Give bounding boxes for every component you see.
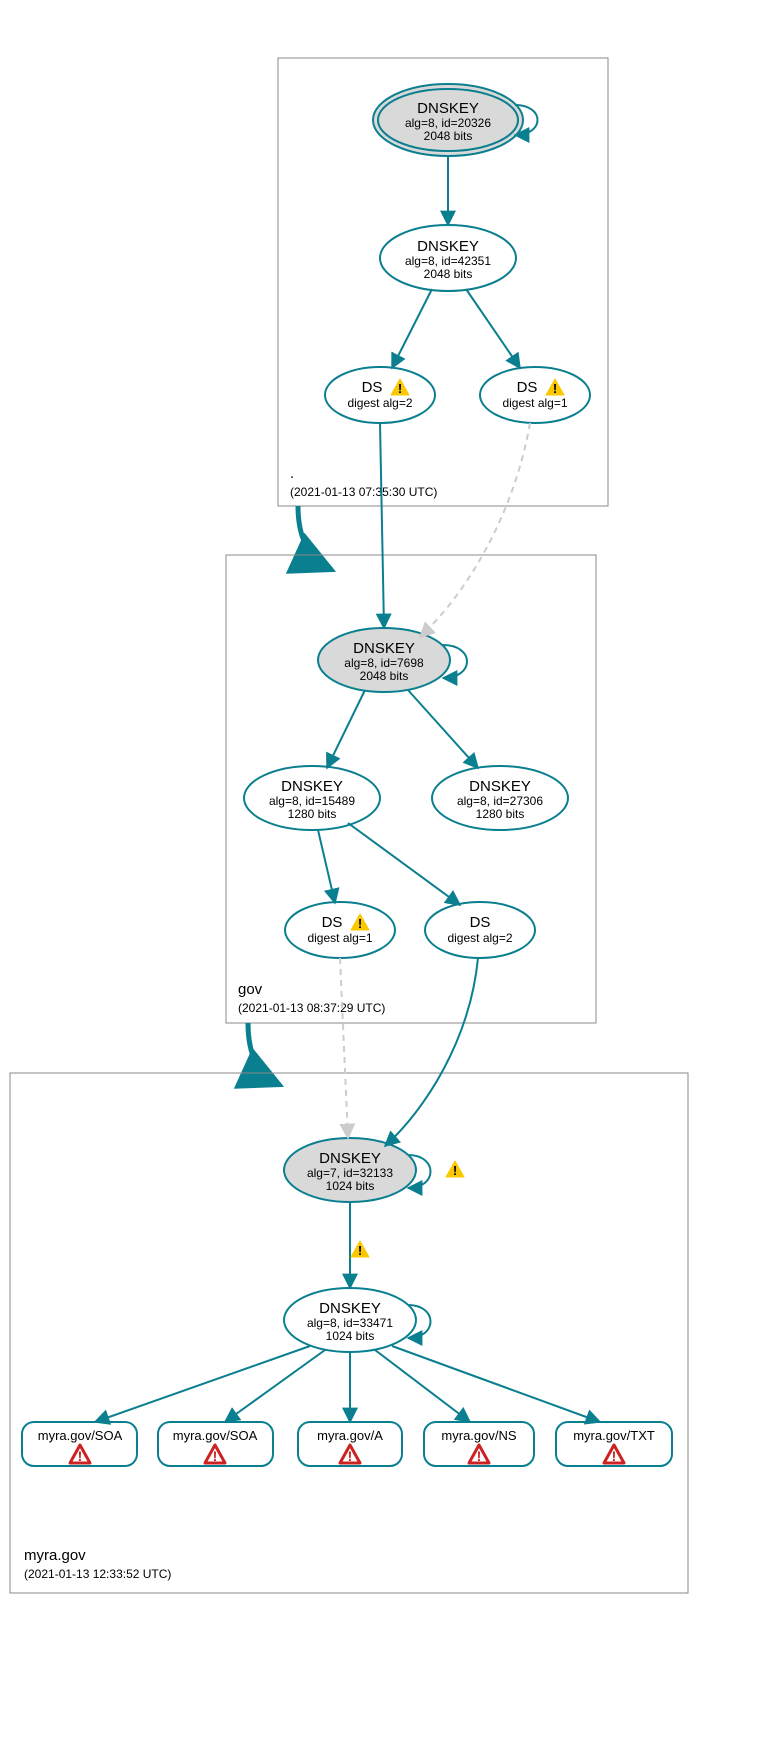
svg-text:alg=7, id=32133: alg=7, id=32133	[307, 1166, 393, 1180]
svg-text:2048 bits: 2048 bits	[424, 129, 473, 143]
node-dnskey-gov-27306: DNSKEY alg=8, id=27306 1280 bits	[432, 766, 568, 830]
edge-gov-ksk-zsk1	[327, 690, 365, 768]
zone-myra-ts: (2021-01-13 12:33:52 UTC)	[24, 1567, 171, 1581]
edge-ds2-gov-ksk	[380, 423, 384, 628]
svg-text:DNSKEY: DNSKEY	[417, 100, 479, 117]
edge-zsk-r4	[375, 1350, 470, 1422]
record-txt: myra.gov/TXT	[556, 1422, 672, 1466]
svg-text:alg=8, id=27306: alg=8, id=27306	[457, 794, 543, 808]
edge-gov-ksk-zsk2	[408, 690, 478, 768]
edge-root-zsk-ds2	[392, 289, 432, 368]
svg-text:alg=8, id=42351: alg=8, id=42351	[405, 254, 491, 268]
svg-text:DNSKEY: DNSKEY	[469, 778, 531, 795]
node-dnskey-root-ksk: DNSKEY alg=8, id=20326 2048 bits	[373, 84, 523, 156]
node-ds-root-alg1: DS digest alg=1	[480, 367, 590, 423]
edge-ds1-myra-ksk	[340, 958, 348, 1138]
edge-ds1-gov-ksk	[420, 423, 530, 637]
record-soa-1: myra.gov/SOA	[22, 1422, 137, 1466]
dnssec-diagram: ! ! . (2021-01-13 07:35:30 UTC) DNSKEY a…	[0, 0, 768, 1741]
node-dnskey-myra-zsk: DNSKEY alg=8, id=33471 1024 bits	[284, 1288, 416, 1352]
svg-text:alg=8, id=7698: alg=8, id=7698	[344, 656, 424, 670]
zone-arrow-root-gov	[298, 506, 332, 570]
svg-text:DS: DS	[322, 914, 343, 931]
node-dnskey-root-zsk: DNSKEY alg=8, id=42351 2048 bits	[380, 225, 516, 291]
svg-text:digest alg=2: digest alg=2	[347, 396, 412, 410]
record-soa-2: myra.gov/SOA	[158, 1422, 273, 1466]
svg-text:myra.gov/SOA: myra.gov/SOA	[173, 1428, 258, 1443]
node-dnskey-myra-ksk: DNSKEY alg=7, id=32133 1024 bits	[284, 1138, 416, 1202]
warn-myra-ksk-self	[446, 1161, 464, 1178]
svg-text:myra.gov/TXT: myra.gov/TXT	[573, 1428, 655, 1443]
svg-text:DS: DS	[470, 914, 491, 931]
svg-text:DNSKEY: DNSKEY	[319, 1300, 381, 1317]
node-ds-gov-alg2: DS digest alg=2	[425, 902, 535, 958]
svg-text:digest alg=1: digest alg=1	[502, 396, 567, 410]
svg-text:DNSKEY: DNSKEY	[281, 778, 343, 795]
svg-text:DNSKEY: DNSKEY	[319, 1150, 381, 1167]
record-ns: myra.gov/NS	[424, 1422, 534, 1466]
node-ds-root-alg2: DS digest alg=2	[325, 367, 435, 423]
svg-text:1280 bits: 1280 bits	[476, 807, 525, 821]
svg-text:1024 bits: 1024 bits	[326, 1329, 375, 1343]
edge-gov-zsk-ds1	[318, 830, 335, 903]
zone-myra-name: myra.gov	[24, 1547, 86, 1564]
svg-text:1024 bits: 1024 bits	[326, 1179, 375, 1193]
svg-text:DS: DS	[362, 379, 383, 396]
node-ds-gov-alg1: DS digest alg=1	[285, 902, 395, 958]
record-a: myra.gov/A	[298, 1422, 402, 1466]
edge-zsk-r2	[225, 1350, 325, 1422]
svg-text:DNSKEY: DNSKEY	[417, 238, 479, 255]
svg-text:myra.gov/A: myra.gov/A	[317, 1428, 383, 1443]
svg-text:alg=8, id=15489: alg=8, id=15489	[269, 794, 355, 808]
zone-arrow-gov-myra	[248, 1023, 280, 1085]
svg-text:2048 bits: 2048 bits	[360, 669, 409, 683]
svg-text:1280 bits: 1280 bits	[288, 807, 337, 821]
svg-text:digest alg=1: digest alg=1	[307, 931, 372, 945]
warn-myra-zsk	[351, 1241, 369, 1258]
svg-text:DS: DS	[517, 379, 538, 396]
edge-zsk-r5	[392, 1346, 600, 1422]
svg-text:2048 bits: 2048 bits	[424, 267, 473, 281]
svg-text:myra.gov/NS: myra.gov/NS	[441, 1428, 516, 1443]
svg-text:digest alg=2: digest alg=2	[447, 931, 512, 945]
svg-text:DNSKEY: DNSKEY	[353, 640, 415, 657]
zone-root-ts: (2021-01-13 07:35:30 UTC)	[290, 485, 437, 499]
node-dnskey-gov-ksk: DNSKEY alg=8, id=7698 2048 bits	[318, 628, 450, 692]
zone-root-name: .	[290, 465, 294, 482]
node-dnskey-gov-15489: DNSKEY alg=8, id=15489 1280 bits	[244, 766, 380, 830]
svg-text:myra.gov/SOA: myra.gov/SOA	[38, 1428, 123, 1443]
zone-gov-ts: (2021-01-13 08:37:29 UTC)	[238, 1001, 385, 1015]
edge-gov-zsk-ds2	[348, 823, 460, 905]
zone-gov-name: gov	[238, 981, 263, 998]
edge-ds2-myra-ksk	[385, 958, 478, 1146]
edge-root-zsk-ds1	[466, 289, 520, 368]
svg-text:alg=8, id=33471: alg=8, id=33471	[307, 1316, 393, 1330]
svg-text:alg=8, id=20326: alg=8, id=20326	[405, 116, 491, 130]
